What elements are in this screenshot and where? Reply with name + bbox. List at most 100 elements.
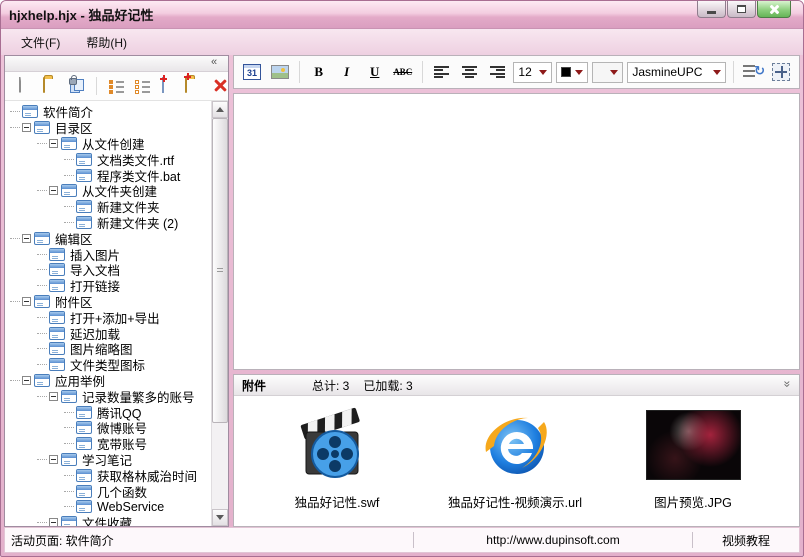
close-button[interactable] [757, 1, 791, 18]
tree-connector [37, 522, 47, 524]
tree-connector [37, 458, 47, 460]
tree-connector [10, 379, 20, 381]
tree-item[interactable]: 新建文件夹 (2) [5, 215, 211, 231]
page-icon [76, 421, 92, 435]
minimize-button[interactable] [697, 1, 726, 18]
editor-area[interactable] [233, 93, 800, 370]
status-bar: 活动页面: 软件简介 http://www.dupinsoft.com 视频教程 [4, 527, 800, 553]
tree-connector [37, 285, 47, 287]
attachment-item[interactable]: 独品好记性.swf [262, 406, 412, 511]
scroll-up-button[interactable] [212, 101, 228, 118]
tree-item[interactable]: 打开链接 [5, 278, 211, 294]
tree-connector [64, 427, 74, 429]
expand-collapse-box[interactable] [49, 454, 58, 464]
add-page-icon[interactable] [159, 74, 177, 95]
window-title: hjxhelp.hjx - 独品好记性 [9, 8, 154, 23]
maximize-button[interactable] [727, 1, 756, 18]
expand-collapse-box[interactable] [22, 233, 31, 243]
align-right-button[interactable] [485, 60, 509, 84]
tree-scrollbar[interactable] [211, 101, 228, 526]
status-url[interactable]: http://www.dupinsoft.com [414, 528, 692, 552]
page-icon [49, 279, 65, 293]
attachment-collapse-button[interactable]: » [781, 381, 795, 388]
attachment-loaded: 已加载: 3 [363, 378, 413, 393]
attachment-name: 图片预览.JPG [654, 496, 732, 510]
tree-connector [64, 506, 74, 508]
scroll-down-button[interactable] [212, 509, 228, 526]
attachment-total: 总计: 3 [312, 378, 350, 393]
expand-collapse-box[interactable] [22, 375, 31, 385]
page-icon [49, 358, 65, 372]
menu-help[interactable]: 帮助(H) [76, 31, 137, 54]
page-icon [76, 468, 92, 482]
tree-connector [64, 158, 74, 160]
expand-collapse-box[interactable] [49, 518, 58, 526]
bullet-list-icon[interactable] [108, 78, 125, 95]
align-center-button[interactable] [457, 60, 481, 84]
tree-item[interactable]: 文件收藏 [5, 515, 211, 526]
font-name-select[interactable]: JasmineUPC [627, 61, 727, 83]
expand-collapse-box[interactable] [49, 391, 58, 401]
tree-item[interactable]: 几个函数 [5, 482, 211, 501]
text-color-select[interactable] [555, 61, 589, 83]
tree-connector [64, 490, 74, 492]
scrollbar-track[interactable] [212, 118, 228, 509]
locked-pages-icon[interactable] [68, 74, 86, 95]
attachment-panel: 附件 总计: 3 已加载: 3 » 独品好记性.swf 独品好记性-视频演示.u… [233, 374, 800, 527]
delete-icon[interactable] [211, 78, 228, 95]
scrollbar-grip [217, 267, 223, 274]
attachment-header: 附件 总计: 3 已加载: 3 » [234, 375, 799, 396]
italic-button[interactable]: I [335, 60, 359, 84]
menu-file[interactable]: 文件(F) [11, 31, 70, 54]
calendar-icon[interactable]: 31 [240, 60, 264, 84]
font-name-value: JasmineUPC [632, 65, 703, 79]
attachment-item[interactable]: 图片预览.JPG [618, 406, 768, 511]
expand-collapse-box[interactable] [49, 186, 58, 196]
tree-item[interactable]: 软件简介 [5, 104, 211, 120]
bullet-list-alt-icon[interactable] [134, 78, 151, 95]
expand-collapse-box[interactable] [49, 138, 58, 148]
tree-item-label[interactable]: 几个函数 [97, 482, 147, 501]
tree-connector [37, 269, 47, 271]
collapse-panel-button[interactable]: « [204, 56, 224, 70]
tree-item-label[interactable]: 新建文件夹 (2) [97, 213, 178, 232]
page-icon [22, 105, 38, 119]
status-video-tutorial[interactable]: 视频教程 [693, 528, 799, 552]
body-area: « 软件简介 目录区 从文件创建 文档类文件.rtf 程序类文件.bat 从文件… [1, 55, 803, 527]
tree-connector [37, 253, 47, 255]
page-icon [76, 405, 92, 419]
title-bar[interactable]: hjxhelp.hjx - 独品好记性 [1, 1, 803, 29]
open-folder-icon[interactable] [42, 76, 60, 95]
attachment-item[interactable]: 独品好记性-视频演示.url [440, 406, 590, 511]
font-size-select[interactable]: 12 [513, 61, 552, 83]
toolbar-separator [421, 61, 423, 83]
page-icon [61, 516, 77, 526]
fit-canvas-icon[interactable] [769, 60, 793, 84]
wrap-refresh-icon[interactable] [741, 60, 765, 84]
underline-button[interactable]: U [363, 60, 387, 84]
align-left-button[interactable] [429, 60, 453, 84]
highlight-color-select[interactable] [592, 61, 624, 83]
status-active-page: 活动页面: 软件简介 [11, 533, 114, 548]
add-folder-icon[interactable] [184, 72, 202, 95]
attachment-name: 独品好记性-视频演示.url [447, 496, 583, 510]
tree-item-label[interactable]: 文件收藏 [82, 513, 132, 526]
page-icon [61, 389, 77, 403]
editor-toolbar: 31 B I U ABC 12 JasmineUPC ↻ [233, 55, 800, 89]
scrollbar-thumb[interactable] [212, 118, 228, 423]
tree-item[interactable]: 文件类型图标 [5, 357, 211, 373]
tree-connector [64, 221, 74, 223]
page-icon [61, 184, 77, 198]
tree-connector [64, 474, 74, 476]
chevron-down-icon [538, 69, 547, 75]
expand-collapse-box[interactable] [22, 296, 31, 306]
page-icon [34, 231, 50, 245]
bold-button[interactable]: B [307, 60, 331, 84]
attachment-title: 附件 [242, 378, 267, 393]
new-document-icon[interactable] [17, 76, 34, 95]
tree-item-label[interactable]: WebService [97, 500, 164, 514]
strikethrough-button[interactable]: ABC [391, 60, 415, 84]
tree-connector [37, 332, 47, 334]
expand-collapse-box[interactable] [22, 123, 31, 133]
insert-image-icon[interactable] [268, 60, 292, 84]
